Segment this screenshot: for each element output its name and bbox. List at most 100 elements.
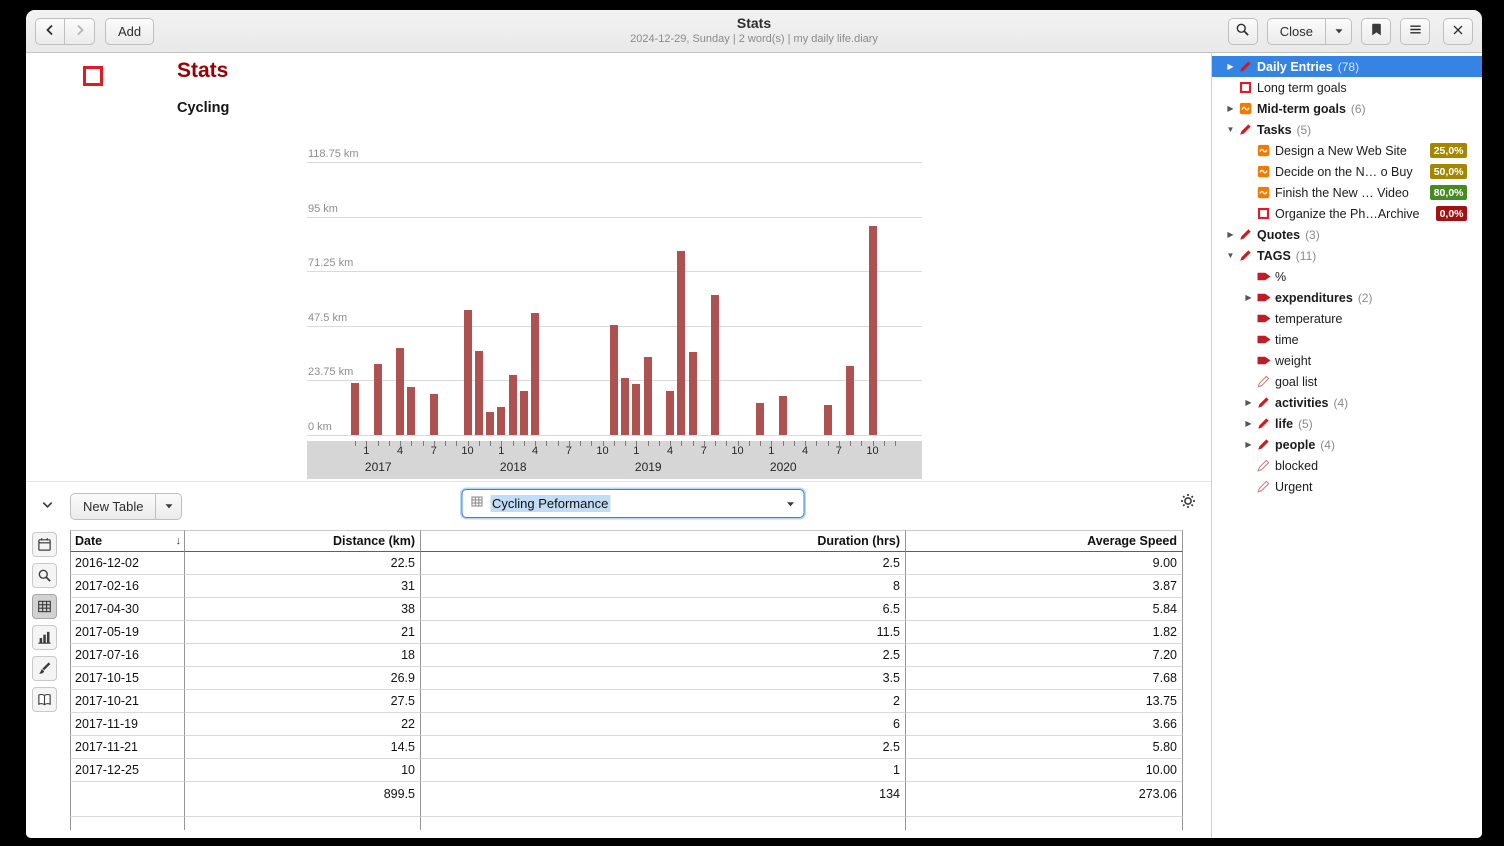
table-cell: 2017-11-19 bbox=[70, 713, 185, 736]
table-settings-button[interactable] bbox=[1173, 489, 1203, 516]
x-month-label: 7 bbox=[559, 445, 579, 457]
x-month-label: 4 bbox=[795, 445, 815, 457]
table-cell: 22.5 bbox=[185, 552, 421, 575]
calendar-tool-button[interactable] bbox=[32, 532, 57, 557]
pencil-icon bbox=[1257, 438, 1275, 451]
back-button[interactable] bbox=[35, 18, 65, 45]
expand-arrow-icon[interactable]: ▶ bbox=[1240, 287, 1257, 308]
tree-item-weight[interactable]: weight bbox=[1212, 350, 1482, 371]
collapse-panel-button[interactable] bbox=[32, 493, 62, 520]
x-month-label: 1 bbox=[491, 445, 511, 457]
table-row[interactable]: 2017-07-16182.57.20 bbox=[70, 644, 1183, 667]
tree-item-design-a-new-web-site[interactable]: Design a New Web Site25,0% bbox=[1212, 140, 1482, 161]
tree-item-mid-term-goals[interactable]: ▶Mid-term goals(6) bbox=[1212, 98, 1482, 119]
search-tool-button[interactable] bbox=[32, 563, 57, 588]
tree-item-item[interactable]: % bbox=[1212, 266, 1482, 287]
chart-tool-button[interactable] bbox=[32, 625, 57, 650]
table-row[interactable]: 2016-12-0222.52.59.00 bbox=[70, 552, 1183, 575]
column-header-average-speed[interactable]: Average Speed bbox=[906, 530, 1183, 552]
x-month-label: 10 bbox=[593, 445, 613, 457]
chart-bar bbox=[407, 387, 415, 435]
sidebar: ▶Daily Entries(78)Long term goals▶Mid-te… bbox=[1211, 53, 1482, 838]
y-axis-label: 23.75 km bbox=[308, 365, 353, 379]
chart-bar bbox=[486, 412, 494, 435]
menu-button[interactable] bbox=[1400, 18, 1430, 45]
data-table: Date↓ Distance (km) Duration (hrs)Average … bbox=[70, 530, 1183, 830]
expand-arrow-icon[interactable]: ▶ bbox=[1240, 392, 1257, 413]
close-dropdown-button[interactable] bbox=[1326, 18, 1352, 45]
x-axis-tick bbox=[614, 441, 615, 446]
nav-button-group bbox=[35, 18, 95, 45]
add-button[interactable]: Add bbox=[105, 18, 154, 45]
close-entry-button[interactable]: Close bbox=[1267, 18, 1326, 45]
x-axis-tick bbox=[850, 441, 851, 446]
x-month-label: 4 bbox=[390, 445, 410, 457]
tree-item-urgent[interactable]: Urgent bbox=[1212, 476, 1482, 497]
window-close-button[interactable] bbox=[1443, 18, 1473, 45]
tree-item-blocked[interactable]: blocked bbox=[1212, 455, 1482, 476]
x-axis-tick bbox=[580, 441, 581, 446]
expand-arrow-icon[interactable]: ▶ bbox=[1222, 224, 1239, 245]
tree-item-activities[interactable]: ▶activities(4) bbox=[1212, 392, 1482, 413]
collapse-arrow-icon[interactable]: ▼ bbox=[1222, 119, 1239, 140]
sidebar-tree: ▶Daily Entries(78)Long term goals▶Mid-te… bbox=[1212, 56, 1482, 497]
tree-item-finish-the-new-video[interactable]: Finish the New … Video80,0% bbox=[1212, 182, 1482, 203]
tree-item-decide-on-the-n-o-buy[interactable]: Decide on the N… o Buy50,0% bbox=[1212, 161, 1482, 182]
table-row[interactable]: 2017-02-163183.87 bbox=[70, 575, 1183, 598]
tree-item-temperature[interactable]: temperature bbox=[1212, 308, 1482, 329]
tree-item-life[interactable]: ▶life(5) bbox=[1212, 413, 1482, 434]
tree-item-goal-list[interactable]: goal list bbox=[1212, 371, 1482, 392]
table-row[interactable]: 2017-12-2510110.00 bbox=[70, 759, 1183, 782]
forward-icon bbox=[72, 22, 88, 41]
paint-tool-button[interactable] bbox=[32, 656, 57, 681]
tree-item-quotes[interactable]: ▶Quotes(3) bbox=[1212, 224, 1482, 245]
tree-item-count: (4) bbox=[1334, 396, 1349, 410]
chart-bar bbox=[756, 403, 764, 435]
table-tool-button[interactable] bbox=[32, 594, 57, 619]
table-row[interactable]: 2017-11-192263.66 bbox=[70, 713, 1183, 736]
tree-item-time[interactable]: time bbox=[1212, 329, 1482, 350]
tree-item-label: temperature bbox=[1275, 312, 1342, 326]
table-row[interactable]: 2017-10-1526.93.57.68 bbox=[70, 667, 1183, 690]
table-header-row: Date↓ Distance (km) Duration (hrs)Average … bbox=[70, 530, 1183, 552]
tree-item-people[interactable]: ▶people(4) bbox=[1212, 434, 1482, 455]
collapse-arrow-icon[interactable]: ▼ bbox=[1222, 245, 1239, 266]
bookmark-button[interactable] bbox=[1361, 18, 1391, 45]
expand-arrow-icon[interactable]: ▶ bbox=[1240, 413, 1257, 434]
column-header-label: Distance (km) bbox=[333, 534, 415, 548]
table-cell: 2.5 bbox=[421, 552, 906, 575]
tree-item-long-term-goals[interactable]: Long term goals bbox=[1212, 77, 1482, 98]
tree-item-tasks[interactable]: ▼Tasks(5) bbox=[1212, 119, 1482, 140]
tree-item-daily-entries[interactable]: ▶Daily Entries(78) bbox=[1212, 56, 1482, 77]
table-selector-combo[interactable]: Cycling Peformance bbox=[461, 489, 804, 518]
tree-item-expenditures[interactable]: ▶expenditures(2) bbox=[1212, 287, 1482, 308]
forward-button[interactable] bbox=[65, 18, 95, 45]
table-row[interactable]: 2017-10-2127.5213.75 bbox=[70, 690, 1183, 713]
x-month-label: 4 bbox=[525, 445, 545, 457]
header-right-group: Close bbox=[1228, 18, 1473, 45]
book-tool-button[interactable] bbox=[32, 687, 57, 712]
progress-badge: 80,0% bbox=[1430, 185, 1467, 200]
new-table-group: New Table bbox=[70, 493, 182, 520]
table-row[interactable]: 2017-11-2114.52.55.80 bbox=[70, 736, 1183, 759]
expand-arrow-icon[interactable]: ▶ bbox=[1222, 98, 1239, 119]
table-row[interactable]: 2017-05-192111.51.82 bbox=[70, 621, 1183, 644]
tree-item-organize-the-ph-archive[interactable]: Organize the Ph…Archive0,0% bbox=[1212, 203, 1482, 224]
tree-item-tags[interactable]: ▼TAGS(11) bbox=[1212, 245, 1482, 266]
chart-gridline bbox=[307, 271, 922, 272]
x-axis-tick bbox=[681, 441, 682, 446]
new-table-dropdown-button[interactable] bbox=[156, 493, 182, 520]
filler-cell bbox=[70, 817, 185, 830]
pencil-light-icon bbox=[1257, 375, 1275, 388]
table-row[interactable]: 2017-04-30386.55.84 bbox=[70, 598, 1183, 621]
column-header-date[interactable]: Date↓ bbox=[70, 530, 185, 552]
expand-arrow-icon[interactable]: ▶ bbox=[1222, 56, 1239, 77]
square-icon bbox=[1239, 81, 1257, 94]
search-button[interactable] bbox=[1228, 18, 1258, 45]
column-header-duration-hrs[interactable]: Duration (hrs) bbox=[421, 530, 906, 552]
new-table-button[interactable]: New Table bbox=[70, 493, 156, 520]
y-axis-label: 118.75 km bbox=[308, 147, 359, 161]
column-header-distance-km[interactable]: Distance (km) bbox=[185, 530, 421, 552]
chart-bar bbox=[531, 313, 539, 435]
expand-arrow-icon[interactable]: ▶ bbox=[1240, 434, 1257, 455]
